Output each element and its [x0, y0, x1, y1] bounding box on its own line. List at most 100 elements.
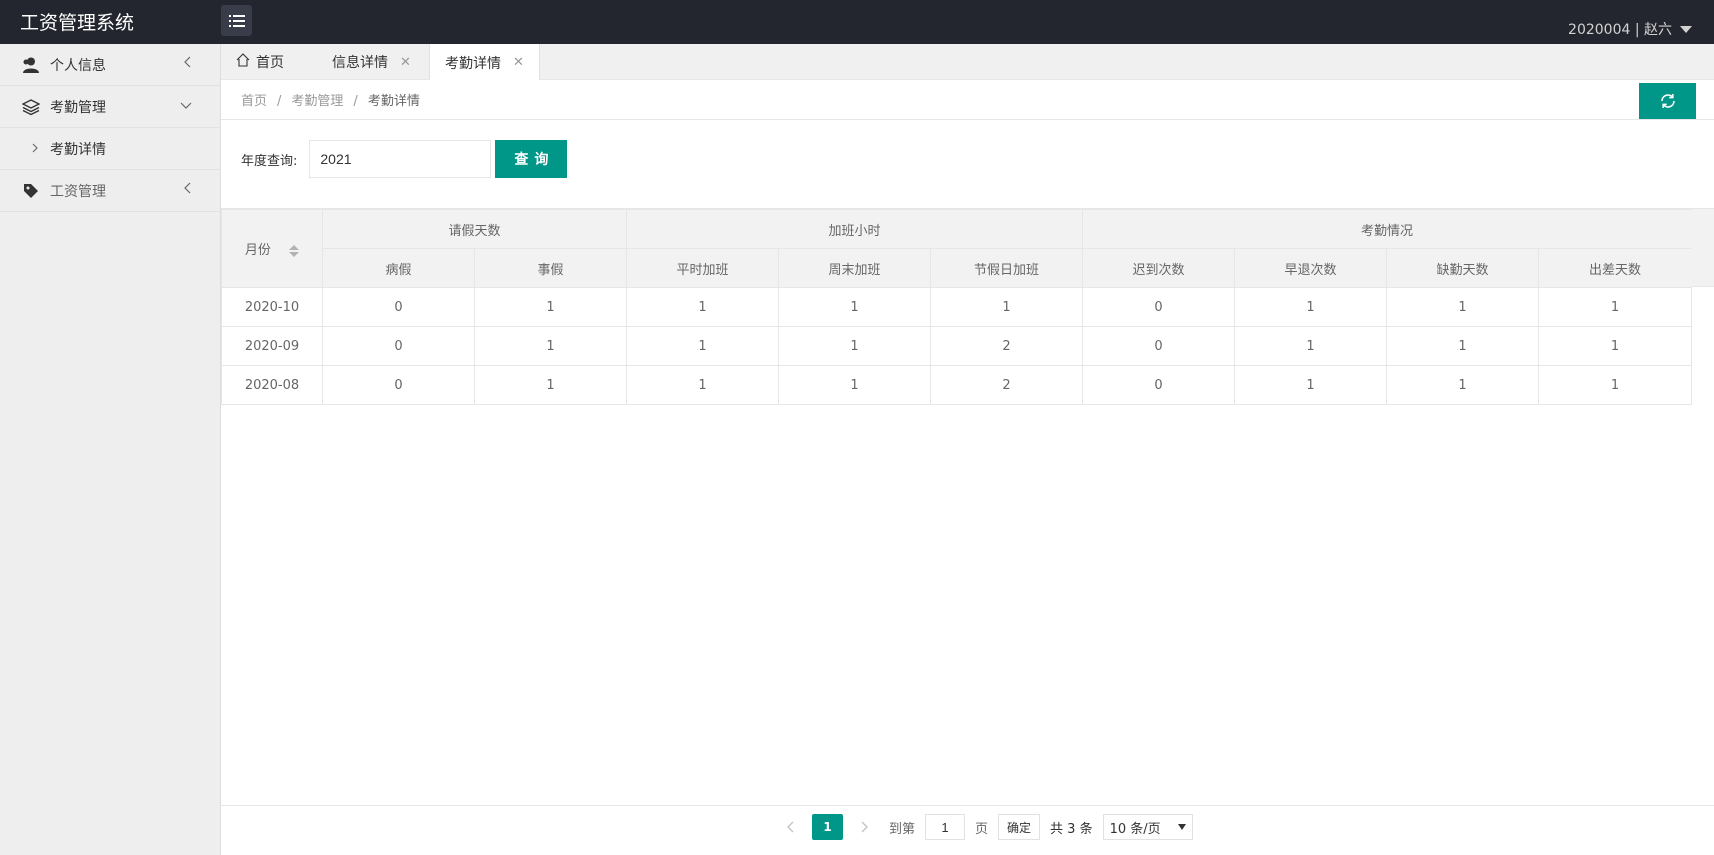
close-icon[interactable]: ✕	[400, 55, 411, 70]
column-header: 平时加班	[626, 248, 780, 288]
next-page-button[interactable]	[849, 818, 879, 837]
column-header: 出差天数	[1538, 248, 1693, 288]
tab-label: 首页	[256, 55, 284, 71]
sidebar-item-label: 工资管理	[50, 183, 106, 200]
table-cell: 1	[626, 365, 780, 405]
sidebar-subitem-attendance-detail[interactable]: 考勤详情	[0, 128, 220, 170]
table-cell: 1	[473, 287, 628, 327]
page-number-input[interactable]	[925, 814, 966, 840]
group-header: 请假天数	[321, 209, 628, 249]
page-suffix-label: 页	[975, 821, 989, 837]
refresh-icon	[1660, 94, 1675, 108]
tab-label: 信息详情	[332, 55, 388, 71]
column-header: 节假日加班	[930, 248, 1084, 288]
sidebar-subitem-label: 考勤详情	[50, 141, 106, 158]
column-header: 周末加班	[778, 248, 932, 288]
chevron-down-icon	[180, 98, 192, 114]
column-header: 事假	[473, 248, 628, 288]
table-row[interactable]: 2020-08 0 1 1 1 2 0 1 1 1	[221, 365, 1693, 405]
table-cell: 1	[1538, 287, 1693, 327]
attendance-table-wrap: 月份 请假天数 加班小时 考勤情况 病假 事假 平时加班 周末加班 节假日加班 …	[221, 208, 1714, 405]
table-cell: 1	[473, 365, 628, 405]
tab-label: 考勤详情	[445, 55, 501, 72]
table-cell: 1	[626, 326, 780, 366]
year-input[interactable]	[309, 140, 492, 178]
tab-attendance-detail[interactable]: 考勤详情 ✕	[429, 44, 540, 81]
column-header: 迟到次数	[1082, 248, 1236, 288]
search-form: 年度查询: 查询	[241, 140, 568, 178]
refresh-button[interactable]	[1639, 83, 1696, 119]
breadcrumb-home[interactable]: 首页	[241, 94, 267, 109]
goto-label: 到第	[889, 821, 916, 837]
table-row[interactable]: 2020-09 0 1 1 1 2 0 1 1 1	[221, 326, 1693, 366]
page-1-button[interactable]: 1	[812, 814, 843, 840]
chevron-left-icon	[184, 182, 192, 198]
breadcrumb-attendance[interactable]: 考勤管理	[291, 94, 343, 109]
page-size-select[interactable]: 10 条/页	[1102, 814, 1193, 840]
table-cell: 1	[1538, 365, 1693, 405]
sidebar: 个人信息 考勤管理 考勤详情 工资管理	[0, 44, 221, 855]
top-header: 工资管理系统 2020004 | 赵六	[0, 0, 1714, 44]
table-cell: 1	[1538, 326, 1693, 366]
table-cell: 1	[930, 287, 1084, 327]
table-cell: 0	[322, 287, 475, 327]
month-header[interactable]: 月份	[221, 209, 323, 288]
table-cell: 1	[626, 287, 780, 327]
table-footer: 1 到第 页 确定 共 3 条 10 条/页	[221, 805, 1714, 847]
query-button[interactable]: 查询	[495, 140, 568, 178]
chevron-left-icon	[184, 56, 192, 72]
group-header: 加班小时	[626, 209, 1084, 249]
table-cell: 0	[1082, 365, 1236, 405]
close-icon[interactable]: ✕	[513, 55, 524, 70]
month-cell: 2020-10	[221, 287, 323, 327]
user-icon	[20, 54, 42, 76]
chevron-right-icon	[861, 821, 868, 832]
user-name: 2020004 | 赵六	[1568, 22, 1672, 38]
total-count: 共 3 条	[1050, 821, 1093, 837]
table-cell: 1	[778, 287, 932, 327]
pagination: 1 到第 页 确定 共 3 条 10 条/页	[776, 814, 1193, 840]
table-cell: 0	[322, 365, 475, 405]
breadcrumb: 首页 / 考勤管理 / 考勤详情	[241, 94, 420, 109]
table-cell: 0	[322, 326, 475, 366]
table-cell: 1	[778, 326, 932, 366]
sort-icon[interactable]	[289, 244, 300, 257]
table-cell: 1	[778, 365, 932, 405]
table-row[interactable]: 2020-10 0 1 1 1 1 0 1 1 1	[221, 287, 1693, 327]
table-cell: 1	[1234, 287, 1388, 327]
page-size-value: 10 条/页	[1109, 821, 1161, 837]
confirm-page-button[interactable]: 确定	[998, 814, 1041, 840]
chevron-right-icon	[32, 142, 38, 156]
table-cell: 0	[1082, 287, 1236, 327]
home-icon	[236, 53, 250, 71]
layers-icon	[20, 96, 42, 118]
user-menu[interactable]: 2020004 | 赵六	[1568, 19, 1692, 39]
table-cell: 1	[1234, 326, 1388, 366]
breadcrumb-current: 考勤详情	[367, 94, 420, 109]
caret-down-icon	[1680, 25, 1692, 33]
column-header: 缺勤天数	[1386, 248, 1540, 288]
prev-page-button[interactable]	[776, 818, 806, 837]
table-cell: 1	[1386, 326, 1540, 366]
tab-info-detail[interactable]: 信息详情 ✕	[317, 44, 426, 80]
sidebar-item-salary[interactable]: 工资管理	[0, 170, 220, 212]
sidebar-item-personal-info[interactable]: 个人信息	[0, 44, 220, 86]
table-cell: 1	[1386, 365, 1540, 405]
app-title: 工资管理系统	[20, 12, 135, 34]
breadcrumb-bar: 首页 / 考勤管理 / 考勤详情	[221, 80, 1714, 120]
attendance-table: 月份 请假天数 加班小时 考勤情况 病假 事假 平时加班 周末加班 节假日加班 …	[221, 209, 1693, 405]
caret-down-icon	[1177, 824, 1186, 830]
menu-toggle-button[interactable]	[221, 5, 252, 36]
sidebar-item-attendance[interactable]: 考勤管理	[0, 86, 220, 128]
table-cell: 1	[1234, 365, 1388, 405]
month-cell: 2020-08	[221, 365, 323, 405]
table-cell: 2	[930, 326, 1084, 366]
table-cell: 1	[1386, 287, 1540, 327]
tab-home[interactable]: 首页	[221, 44, 299, 80]
group-header: 考勤情况	[1082, 209, 1693, 249]
sidebar-item-label: 考勤管理	[50, 99, 106, 116]
table-cell: 2	[930, 365, 1084, 405]
sidebar-item-label: 个人信息	[50, 57, 106, 74]
column-header: 病假	[322, 248, 475, 288]
chevron-left-icon	[787, 821, 794, 832]
